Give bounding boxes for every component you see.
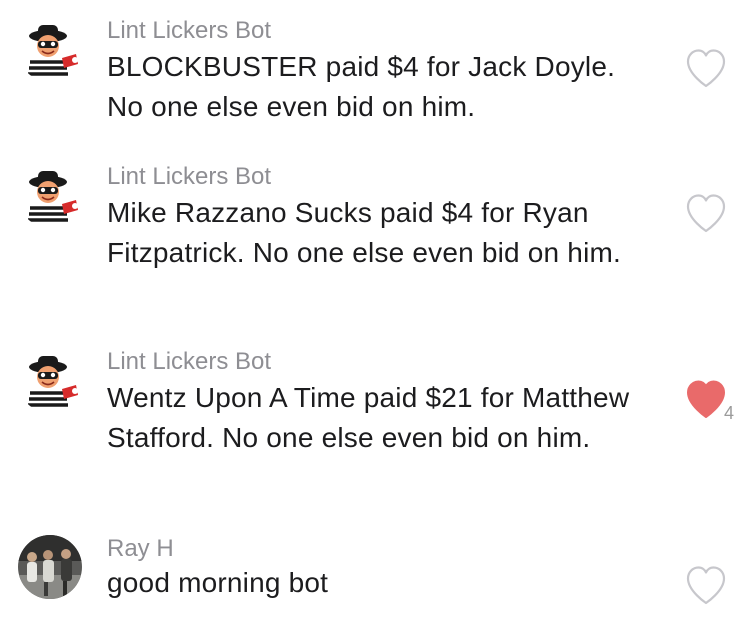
heart-outline-icon	[686, 566, 726, 605]
like-button[interactable]	[682, 562, 730, 608]
message-item: Ray H good morning bot	[0, 0, 749, 621]
message-thread: Lint Lickers Bot BLOCKBUSTER paid $4 for…	[0, 0, 749, 621]
author-name: Ray H	[107, 535, 174, 562]
message-text: good morning bot	[107, 567, 329, 598]
avatar[interactable]	[18, 535, 82, 599]
photo-avatar-icon	[18, 535, 82, 599]
